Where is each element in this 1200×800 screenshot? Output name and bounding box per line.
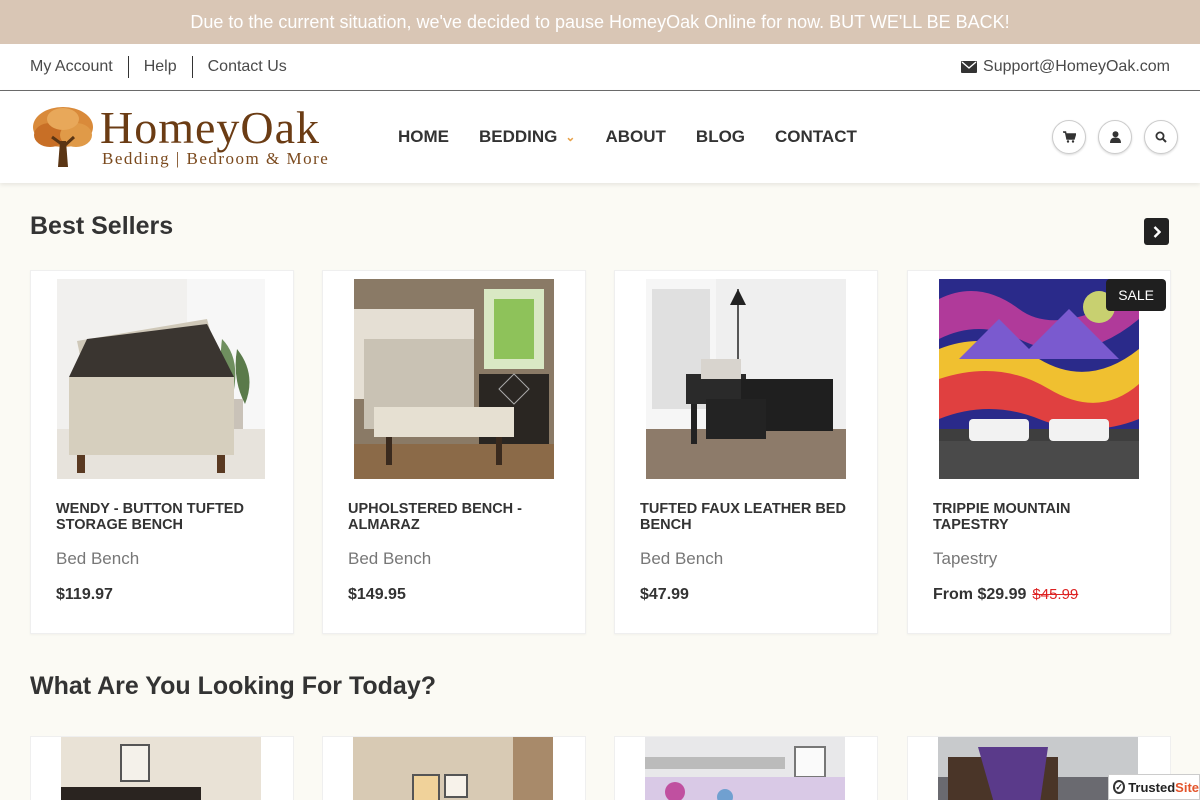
nav-about-label: ABOUT <box>605 127 666 146</box>
product-price: $47.99 <box>640 586 689 604</box>
product-name[interactable]: Upholstered Bench - Almaraz <box>348 501 563 533</box>
nav-contact-label: CONTACT <box>775 127 857 146</box>
product-type: Bed Bench <box>640 549 724 568</box>
sale-badge: SALE <box>1106 279 1166 311</box>
product-image[interactable] <box>57 279 265 479</box>
chevron-down-icon: ⌄ <box>565 130 576 144</box>
product-type: Bed Bench <box>56 549 140 568</box>
best-sellers-carousel: Wendy - Button Tufted Storage Bench Bed … <box>30 270 1171 634</box>
compare-price: $45.99 <box>1032 586 1079 603</box>
chevron-right-icon <box>1153 225 1161 238</box>
cart-icon <box>1062 131 1076 143</box>
user-icon <box>1109 131 1121 143</box>
product-image[interactable] <box>354 279 554 479</box>
product-price: $149.95 <box>348 586 406 604</box>
nav-about[interactable]: ABOUT <box>605 127 665 147</box>
trusted-site-suffix: Site <box>1175 779 1199 795</box>
product-card[interactable]: Upholstered Bench - Almaraz Bed Bench $1… <box>322 270 586 634</box>
cart-button[interactable] <box>1052 120 1086 154</box>
trusted-site-badge[interactable]: ✓ Trusted Site <box>1108 774 1200 800</box>
checkmark-icon: ✓ <box>1113 780 1126 794</box>
nav-blog[interactable]: BLOG <box>696 127 745 147</box>
carousel-next-button[interactable] <box>1144 218 1169 245</box>
nav-contact[interactable]: CONTACT <box>775 127 857 147</box>
product-price: $119.97 <box>56 586 113 604</box>
product-card[interactable]: SALE Trippie Mountain Tapestry Tapestry … <box>907 270 1171 634</box>
nav-blog-label: BLOG <box>695 127 746 146</box>
nav-home[interactable]: HOME <box>398 127 449 147</box>
price-value: $119.97 <box>56 586 113 603</box>
nav-home-label: HOME <box>398 127 449 146</box>
category-card[interactable] <box>30 736 294 800</box>
help-link[interactable]: Help <box>127 56 192 78</box>
trusted-label: Trusted <box>1128 779 1176 795</box>
site-header: HomeyOak Bedding | Bedroom & More HOME B… <box>0 91 1200 183</box>
account-button[interactable] <box>1098 120 1132 154</box>
product-type: Tapestry <box>933 549 998 568</box>
category-grid <box>30 736 1171 800</box>
nav-bedding-label: BEDDING <box>479 127 558 146</box>
contact-us-link[interactable]: Contact Us <box>191 56 302 78</box>
logo-words: HomeyOak Bedding | Bedroom & More <box>100 102 330 168</box>
nav-bedding[interactable]: BEDDING ⌄ <box>479 127 575 147</box>
support-email-link[interactable]: Support@HomeyOak.com <box>961 58 1170 76</box>
product-price: From $29.99 $45.99 <box>933 586 1078 604</box>
product-image[interactable] <box>646 279 846 479</box>
category-image[interactable] <box>353 737 553 800</box>
product-card[interactable]: Tufted Faux Leather Bed Bench Bed Bench … <box>614 270 878 634</box>
brand-tagline: Bedding | Bedroom & More <box>102 149 330 168</box>
oak-tree-icon <box>33 107 93 167</box>
product-name[interactable]: Wendy - Button Tufted Storage Bench <box>56 501 271 533</box>
support-email: Support@HomeyOak.com <box>983 58 1170 75</box>
category-image[interactable] <box>61 737 261 800</box>
search-icon <box>1155 131 1167 143</box>
price-value: $149.95 <box>348 586 406 603</box>
product-card[interactable]: Wendy - Button Tufted Storage Bench Bed … <box>30 270 294 634</box>
category-card[interactable] <box>614 736 878 800</box>
categories-title: What Are You Looking For Today? <box>30 672 437 700</box>
utility-bar: My Account Help Contact Us Support@Homey… <box>0 44 1200 91</box>
price-value: From $29.99 <box>933 586 1027 603</box>
logo[interactable]: HomeyOak Bedding | Bedroom & More <box>30 105 382 169</box>
price-value: $47.99 <box>640 586 689 603</box>
my-account-link[interactable]: My Account <box>30 56 128 78</box>
header-icons <box>1040 120 1178 154</box>
utility-links: My Account Help Contact Us <box>30 56 302 78</box>
product-type: Bed Bench <box>348 549 432 568</box>
category-card[interactable] <box>322 736 586 800</box>
category-image[interactable] <box>645 737 845 800</box>
announcement-bar: Due to the current situation, we've deci… <box>0 0 1200 44</box>
search-button[interactable] <box>1144 120 1178 154</box>
product-name[interactable]: Trippie Mountain Tapestry <box>933 501 1148 533</box>
product-name[interactable]: Tufted Faux Leather Bed Bench <box>640 501 855 533</box>
envelope-icon <box>961 61 978 73</box>
main-nav: HOME BEDDING ⌄ ABOUT BLOG CONTACT <box>398 127 887 147</box>
brand-name: HomeyOak <box>100 102 321 153</box>
best-sellers-title: Best Sellers <box>30 212 174 240</box>
